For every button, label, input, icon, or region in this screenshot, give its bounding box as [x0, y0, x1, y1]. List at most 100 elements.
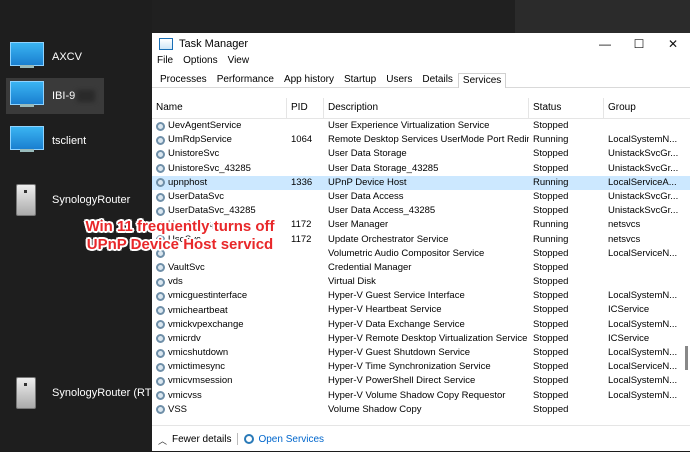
service-name-label: vmicvmsession — [168, 375, 233, 387]
column-header-pid[interactable]: PID — [287, 98, 324, 118]
service-name: vmicshutdown — [152, 346, 287, 360]
service-description: User Manager — [328, 219, 389, 231]
chevron-up-icon[interactable]: ︿ — [158, 434, 168, 446]
service-status: Running — [533, 176, 569, 188]
table-row[interactable]: UnistoreSvc_43285 User Data Storage_43285… — [152, 162, 690, 176]
table-row[interactable]: vmicheartbeat Hyper-V Heartbeat Service St… — [152, 303, 690, 317]
service-name: VaultSvc — [152, 261, 287, 275]
menu-view[interactable]: View — [228, 55, 250, 71]
service-name: vmicheartbeat — [152, 303, 287, 317]
service-group — [604, 119, 684, 133]
service-status: Stopped — [533, 375, 569, 387]
column-header-status[interactable]: Status — [529, 98, 604, 118]
service-gear-icon — [156, 320, 165, 330]
tab-services[interactable]: Services — [457, 73, 507, 88]
open-services-link[interactable]: Open Services — [258, 434, 324, 445]
close-button[interactable]: ✕ — [656, 37, 690, 51]
vertical-scrollbar[interactable] — [682, 119, 690, 439]
table-row[interactable]: UevAgentService User Experience Virtualiz… — [152, 119, 690, 133]
tab-app-history[interactable]: App history — [279, 72, 339, 87]
fewer-details-link[interactable]: Fewer details — [172, 434, 231, 445]
network-device-ibi[interactable]: IBI-9 — [6, 78, 104, 114]
service-status: Running — [533, 134, 569, 146]
service-description: Virtual Disk — [328, 276, 376, 288]
service-status: Stopped — [533, 389, 569, 401]
service-pid — [287, 374, 324, 388]
tab-startup[interactable]: Startup — [339, 72, 381, 87]
service-status: Running — [533, 219, 569, 231]
service-name-label: UevAgentService — [168, 120, 242, 132]
column-header-name[interactable]: Name — [152, 98, 287, 118]
service-description: Update Orchestrator Service — [328, 233, 449, 245]
title-bar[interactable]: Task Manager — ☐ ✕ — [152, 33, 690, 55]
tab-users[interactable]: Users — [381, 72, 417, 87]
table-row[interactable]: VaultSvc Credential Manager Stopped — [152, 261, 690, 275]
service-description: Hyper-V Guest Shutdown Service — [328, 347, 471, 358]
scrollbar-thumb[interactable] — [685, 346, 688, 370]
services-list: UevAgentService User Experience Virtualiz… — [152, 119, 690, 417]
network-device-axcv[interactable]: AXCV — [8, 42, 82, 72]
service-status: Stopped — [533, 361, 569, 373]
service-name-label: vmicheartbeat — [168, 304, 228, 316]
menu-options[interactable]: Options — [183, 55, 217, 71]
table-row[interactable]: VSS Volume Shadow Copy Stopped — [152, 403, 690, 417]
service-name-label: vmicshutdown — [168, 347, 229, 359]
network-device-tsclient[interactable]: tsclient — [8, 126, 86, 156]
search-network-box[interactable] — [515, 0, 690, 33]
column-header-group[interactable]: Group — [604, 98, 684, 118]
footer-divider — [237, 433, 239, 445]
network-device-synology-router[interactable]: SynologyRouter — [8, 182, 130, 218]
service-name: vmicrdv — [152, 332, 287, 346]
table-row[interactable]: vmictimesync Hyper-V Time Synchronization… — [152, 360, 690, 374]
service-group: UnistackSvcGr... — [608, 190, 679, 202]
table-row[interactable]: vds Virtual Disk Stopped — [152, 275, 690, 289]
service-status: Stopped — [533, 347, 569, 358]
service-status: Stopped — [533, 190, 569, 202]
service-description: Hyper-V Remote Desktop Virtualization Se… — [328, 332, 528, 344]
service-description: Hyper-V Guest Service Interface — [328, 290, 465, 302]
network-device-synology-nas[interactable]: SynologyRouter (RT260 — [8, 375, 170, 411]
menu-bar: File Options View — [152, 55, 690, 71]
table-row[interactable]: UserDataSvc_43285 User Data Access_43285 S… — [152, 204, 690, 218]
column-header-row: Name PID Description Status Group — [152, 98, 690, 119]
table-row[interactable]: vmicrdv Hyper-V Remote Desktop Virtualiza… — [152, 332, 690, 346]
annotation-line-2: UPnP Device Host servicd — [86, 236, 274, 253]
service-status: Stopped — [533, 276, 569, 288]
minimize-button[interactable]: — — [588, 37, 622, 51]
service-pid — [287, 119, 324, 133]
task-manager-icon — [159, 38, 173, 50]
table-row[interactable]: UserDataSvc User Data Access Stopped Unista… — [152, 190, 690, 204]
table-row[interactable]: UnistoreSvc User Data Storage Stopped Unist… — [152, 147, 690, 161]
menu-file[interactable]: File — [157, 55, 173, 71]
table-row[interactable]: vmicvss Hyper-V Volume Shadow Copy Reques… — [152, 389, 690, 403]
table-row[interactable]: upnphost 1336 UPnP Device Host Running Local… — [152, 175, 690, 190]
tab-bar: Processes Performance App history Startu… — [152, 71, 690, 88]
service-description: User Data Access_43285 — [328, 205, 436, 217]
service-name: vmicvss — [152, 389, 287, 403]
service-pid — [287, 190, 324, 204]
service-gear-icon — [156, 135, 165, 145]
monitor-icon — [8, 126, 46, 156]
service-group: LocalSystemN... — [608, 347, 678, 358]
column-header-description[interactable]: Description — [324, 98, 529, 118]
window-title: Task Manager — [179, 38, 249, 50]
tab-performance[interactable]: Performance — [212, 72, 279, 87]
service-description: Remote Desktop Services UserMode Port Re… — [328, 134, 529, 146]
maximize-button[interactable]: ☐ — [622, 37, 656, 51]
service-name-label: UserDataSvc — [168, 191, 224, 203]
monitor-icon — [8, 81, 46, 111]
tab-processes[interactable]: Processes — [155, 72, 212, 87]
service-group: ICService — [608, 304, 650, 316]
table-row[interactable]: vmickvpexchange Hyper-V Data Exchange Ser… — [152, 318, 690, 332]
service-gear-icon — [156, 164, 165, 174]
service-name-label: vmicvss — [168, 389, 202, 401]
table-row[interactable]: vmicvmsession Hyper-V PowerShell Direct S… — [152, 374, 690, 388]
table-row[interactable]: UmRdpService 1064 Remote Desktop Services … — [152, 133, 690, 147]
table-row[interactable]: vmicshutdown Hyper-V Guest Shutdown Servi… — [152, 346, 690, 360]
service-pid — [287, 162, 324, 176]
device-label: IBI-9 — [52, 90, 76, 102]
service-group: UnistackSvcGr... — [608, 162, 679, 174]
tab-details[interactable]: Details — [417, 72, 458, 87]
table-row[interactable]: vmicguestinterface Hyper-V Guest Service … — [152, 289, 690, 303]
service-gear-icon — [156, 192, 165, 202]
